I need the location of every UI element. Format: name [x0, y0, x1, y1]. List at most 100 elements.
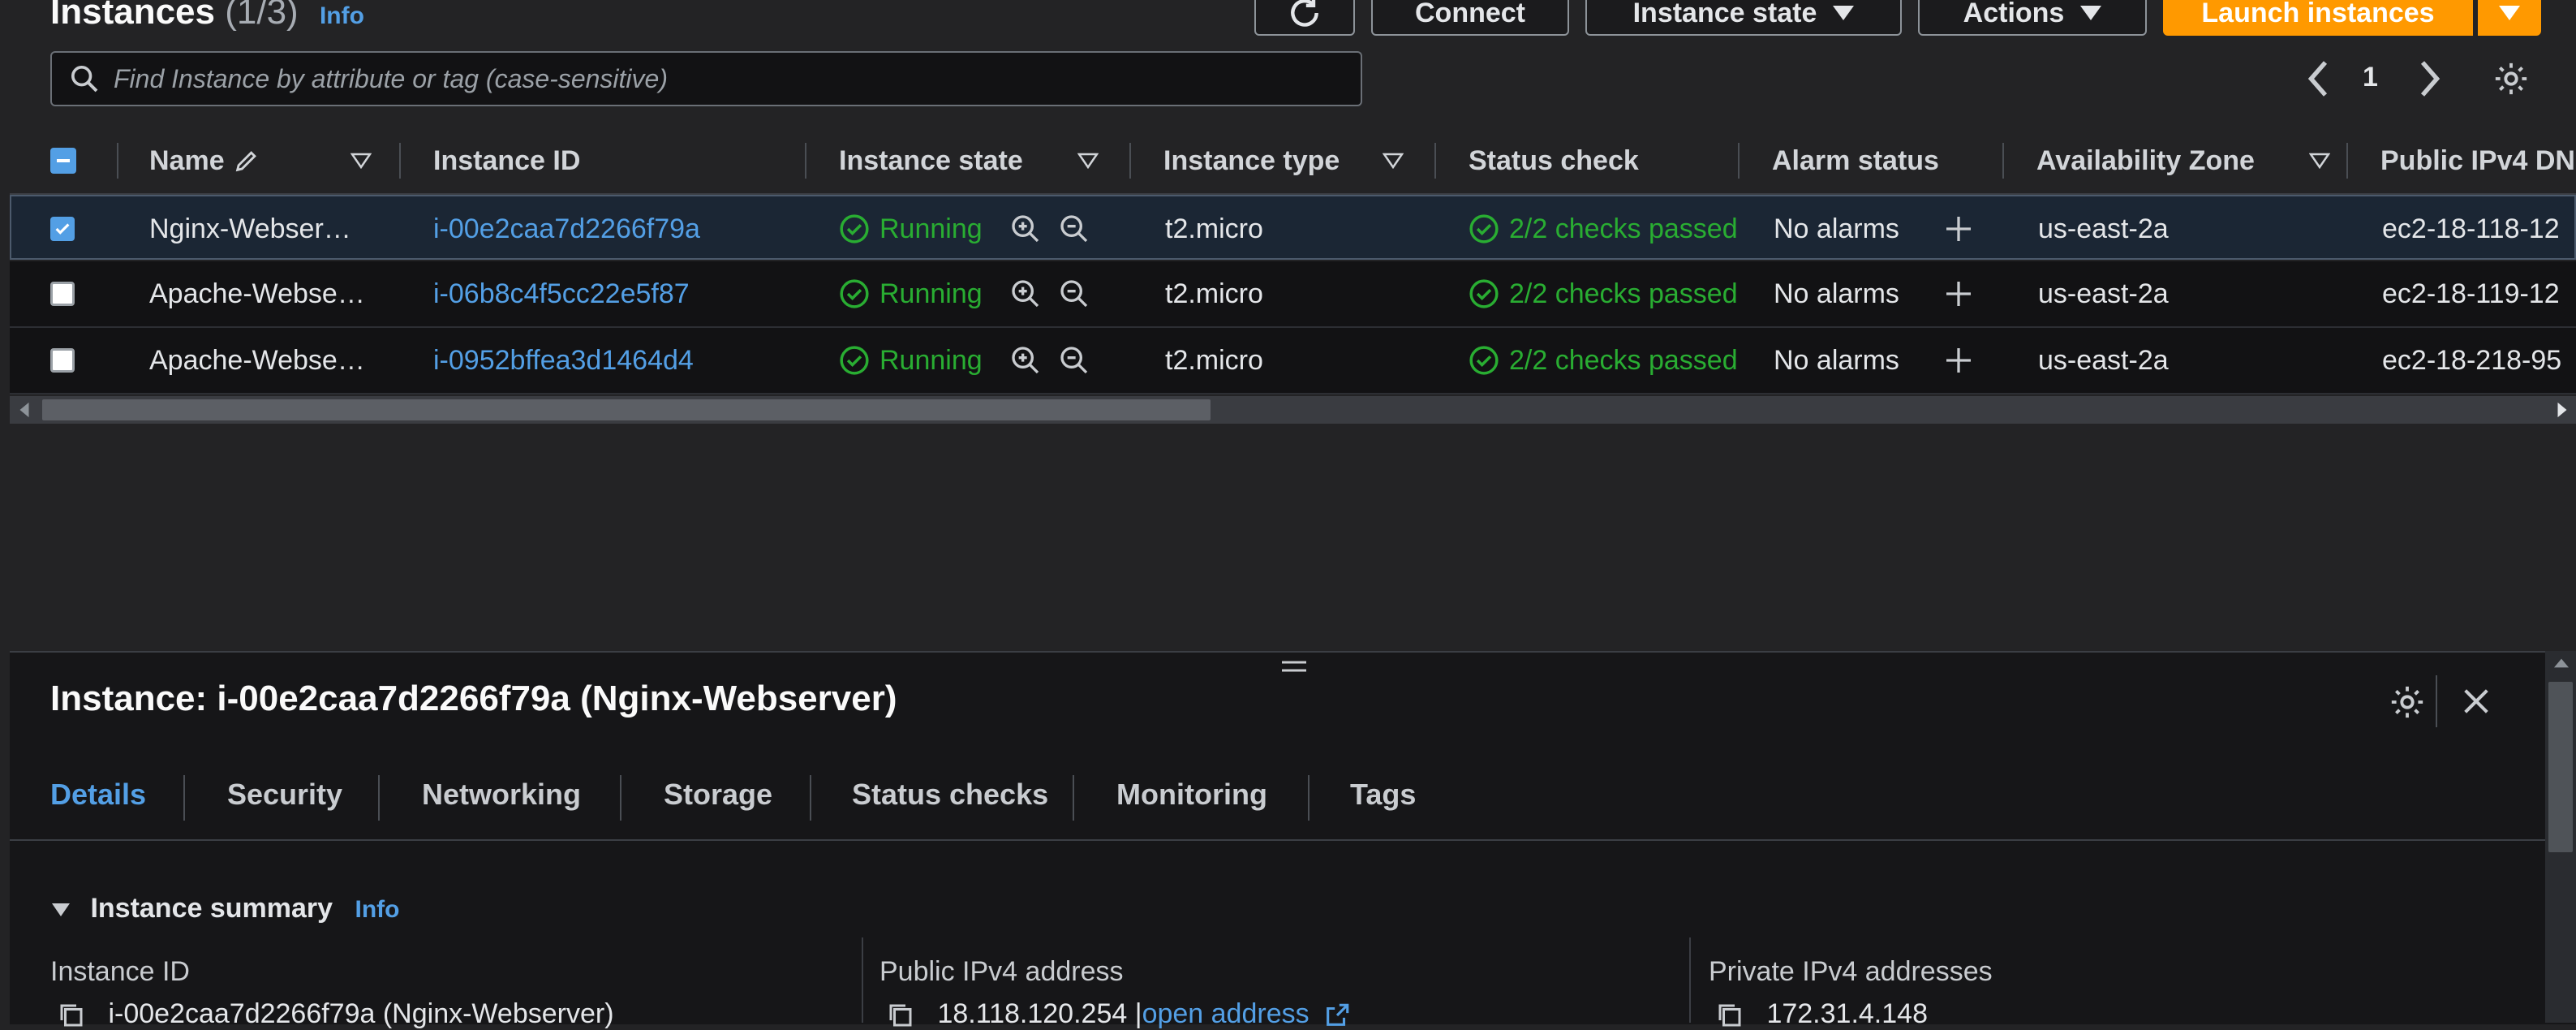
launch-instances-button[interactable]: Launch instances — [2163, 0, 2473, 36]
instance-summary-header[interactable]: Instance summary Info — [50, 893, 399, 924]
connect-label: Connect — [1415, 0, 1525, 28]
column-header-status-check[interactable]: Status check — [1469, 128, 1639, 193]
caret-down-icon — [52, 903, 70, 917]
instance-id-link[interactable]: i-00e2caa7d2266f79a — [433, 196, 700, 261]
table-row[interactable]: Apache-Webse… i-0952bffea3d1464d4 Runnin… — [10, 328, 2576, 394]
zoom-in-icon[interactable] — [1009, 196, 1042, 261]
alarm-status: No alarms — [1774, 278, 1899, 309]
sort-icon[interactable] — [2309, 128, 2330, 193]
page-number[interactable]: 1 — [2363, 62, 2378, 93]
table-row[interactable]: Apache-Webse… i-06b8c4f5cc22e5f87 Runnin… — [10, 261, 2576, 328]
next-page-button[interactable] — [2416, 58, 2445, 103]
state-label: Running — [879, 278, 983, 309]
tab-divider — [183, 775, 185, 821]
column-header-public-dns[interactable]: Public IPv4 DN — [2380, 128, 2575, 193]
public-dns: ec2-18-218-95 — [2382, 344, 2562, 376]
external-link-icon[interactable] — [1323, 1002, 1351, 1029]
instance-state-dropdown[interactable]: Instance state — [1585, 0, 1902, 36]
status-check[interactable]: 2/2 checks passed — [1469, 261, 1744, 326]
check-circle-icon — [840, 279, 869, 308]
column-header-availability-zone[interactable]: Availability Zone — [2036, 128, 2255, 193]
table-row[interactable]: Nginx-Webser… i-00e2caa7d2266f79a Runnin… — [10, 195, 2576, 260]
copy-icon[interactable] — [1715, 1001, 1744, 1030]
select-all-checkbox[interactable] — [50, 128, 76, 193]
add-alarm-icon[interactable] — [1944, 261, 1973, 326]
selection-count: (1/3) — [225, 0, 299, 32]
scrollbar-thumb[interactable] — [42, 399, 1211, 420]
instance-name: Apache-Webse… — [149, 344, 365, 376]
refresh-button[interactable] — [1254, 0, 1355, 36]
launch-options-dropdown[interactable] — [2478, 0, 2541, 36]
column-divider — [399, 143, 401, 179]
alarm-status: No alarms — [1774, 213, 1899, 244]
info-link[interactable]: Info — [320, 2, 364, 29]
instance-id-link[interactable]: i-06b8c4f5cc22e5f87 — [433, 261, 690, 326]
actions-dropdown[interactable]: Actions — [1918, 0, 2147, 36]
scroll-up-icon[interactable] — [2552, 656, 2570, 674]
tab-tags[interactable]: Tags — [1350, 778, 1416, 812]
indeterminate-checkbox[interactable] — [50, 148, 76, 174]
scrollbar-thumb[interactable] — [2548, 682, 2573, 852]
header: Instances (1/3) Info Connect Instance st… — [0, 0, 2576, 49]
sort-icon[interactable] — [1383, 128, 1404, 193]
instance-id-link[interactable]: i-0952bffea3d1464d4 — [433, 328, 694, 393]
copy-icon[interactable] — [57, 1001, 86, 1030]
row-checkbox[interactable] — [50, 348, 75, 373]
scroll-left-icon[interactable] — [16, 401, 32, 423]
sort-icon[interactable] — [350, 128, 372, 193]
resize-handle-icon[interactable] — [1280, 657, 1308, 679]
add-alarm-icon[interactable] — [1944, 328, 1973, 393]
prev-page-button[interactable] — [2303, 58, 2332, 103]
add-alarm-icon[interactable] — [1944, 196, 1973, 261]
connect-button[interactable]: Connect — [1371, 0, 1569, 36]
status-label: 2/2 checks passed — [1509, 278, 1738, 309]
sort-icon[interactable] — [1077, 128, 1099, 193]
column-header-instance-type[interactable]: Instance type — [1163, 128, 1340, 193]
availability-zone: us-east-2a — [2038, 213, 2169, 244]
column-divider — [2346, 143, 2348, 179]
caret-down-icon — [2499, 6, 2520, 20]
close-detail-button[interactable] — [2460, 685, 2492, 722]
column-header-instance-id[interactable]: Instance ID — [433, 128, 580, 193]
tab-details[interactable]: Details — [50, 778, 146, 812]
gear-icon — [2391, 686, 2423, 718]
tab-monitoring[interactable]: Monitoring — [1116, 778, 1267, 812]
row-checkbox[interactable] — [50, 217, 75, 241]
chevron-left-icon — [2307, 61, 2328, 97]
column-header-alarm-status[interactable]: Alarm status — [1772, 128, 1939, 193]
column-divider — [1434, 143, 1436, 179]
column-header-instance-state[interactable]: Instance state — [839, 128, 1023, 193]
zoom-out-icon[interactable] — [1058, 196, 1090, 261]
tab-status-checks[interactable]: Status checks — [852, 778, 1048, 812]
tab-storage[interactable]: Storage — [664, 778, 772, 812]
tab-security[interactable]: Security — [227, 778, 342, 812]
copy-icon[interactable] — [886, 1001, 915, 1030]
availability-zone: us-east-2a — [2038, 344, 2169, 376]
title-text: Instances — [50, 0, 215, 32]
zoom-out-icon[interactable] — [1058, 328, 1090, 393]
instance-state: Running — [839, 261, 983, 326]
table-header: Name Instance ID Instance state Instance… — [10, 128, 2576, 195]
scroll-right-icon[interactable] — [2554, 401, 2570, 423]
column-header-name[interactable]: Name — [149, 128, 260, 193]
zoom-in-icon[interactable] — [1009, 328, 1042, 393]
caret-down-icon — [2080, 6, 2102, 20]
detail-settings-button[interactable] — [2389, 683, 2426, 725]
gear-icon — [2495, 62, 2527, 95]
search-input[interactable]: Find Instance by attribute or tag (case-… — [50, 51, 1362, 106]
zoom-out-icon[interactable] — [1058, 261, 1090, 326]
preferences-button[interactable] — [2492, 60, 2530, 101]
field-label: Private IPv4 addresses — [1709, 956, 1993, 987]
instance-id-value: i-00e2caa7d2266f79a (Nginx-Webserver) — [57, 998, 614, 1030]
status-check[interactable]: 2/2 checks passed — [1469, 328, 1744, 393]
open-address-link[interactable]: open address — [1142, 998, 1310, 1029]
public-dns: ec2-18-119-12 — [2382, 278, 2560, 309]
close-icon — [2464, 689, 2488, 713]
column-divider — [805, 143, 806, 179]
info-link[interactable]: Info — [355, 896, 400, 923]
zoom-in-icon[interactable] — [1009, 261, 1042, 326]
status-check[interactable]: 2/2 checks passed — [1469, 196, 1744, 261]
instance-state: Running — [839, 196, 983, 261]
tab-networking[interactable]: Networking — [422, 778, 581, 812]
row-checkbox[interactable] — [50, 282, 75, 306]
